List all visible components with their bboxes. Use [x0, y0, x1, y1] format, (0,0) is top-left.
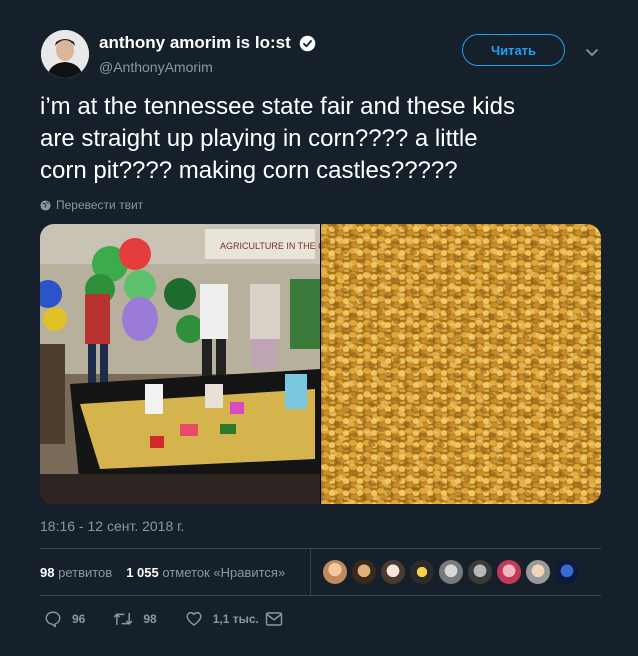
- reply-icon: [45, 611, 61, 628]
- like-count: 1,1 тыс.: [212, 612, 259, 626]
- liker-avatar[interactable]: [467, 559, 493, 585]
- globe-icon: [40, 199, 51, 211]
- retweets-stat[interactable]: 98 ретвитов: [40, 565, 112, 580]
- retweet-icon: [114, 612, 133, 626]
- tweet-actions: 96 98 1,1 тыс.: [44, 607, 321, 631]
- reply-button[interactable]: 96: [44, 610, 85, 628]
- liker-avatar[interactable]: [525, 559, 551, 585]
- follow-button[interactable]: Читать: [462, 34, 565, 66]
- translate-tweet-link[interactable]: Перевести твит: [40, 198, 143, 212]
- envelope-icon: [265, 612, 283, 626]
- media-photo-corn-kernels[interactable]: [321, 224, 601, 504]
- liker-avatar[interactable]: [554, 559, 580, 585]
- likes-stat[interactable]: 1 055 отметок «Нравится»: [126, 565, 285, 580]
- svg-text:AGRICULTURE IN THE CLASS: AGRICULTURE IN THE CLASS: [220, 241, 320, 251]
- likes-count: 1 055: [126, 564, 159, 580]
- tweet-card: anthony amorim is lo:st @AnthonyAmorim Ч…: [0, 0, 638, 656]
- like-button[interactable]: 1,1 тыс.: [185, 610, 259, 628]
- author-display-name[interactable]: anthony amorim is lo:st: [99, 33, 291, 53]
- direct-message-button[interactable]: [265, 611, 293, 627]
- reply-count: 96: [72, 612, 86, 626]
- author-handle[interactable]: @AnthonyAmorim: [99, 59, 316, 75]
- retweets-count: 98: [40, 564, 55, 580]
- verified-badge-icon: [299, 35, 316, 51]
- retweet-count: 98: [143, 612, 157, 626]
- author-avatar[interactable]: [41, 30, 89, 78]
- liker-avatar[interactable]: [438, 559, 464, 585]
- avatar-icon: [41, 30, 89, 78]
- media-photo-corn-pit[interactable]: AGRICULTURE IN THE CLASS: [40, 224, 320, 504]
- liker-avatars: [322, 559, 580, 585]
- retweets-label: ретвитов: [58, 564, 113, 580]
- liker-avatar[interactable]: [380, 559, 406, 585]
- chevron-down-icon[interactable]: [584, 44, 600, 60]
- liker-avatar[interactable]: [322, 559, 348, 585]
- liker-avatar[interactable]: [351, 559, 377, 585]
- liker-avatar[interactable]: [409, 559, 435, 585]
- heart-icon: [186, 611, 202, 626]
- likes-label: отметок «Нравится»: [162, 564, 286, 580]
- tweet-timestamp[interactable]: 18:16 - 12 сент. 2018 г.: [40, 518, 184, 534]
- tweet-stats: 98 ретвитов 1 055 отметок «Нравится»: [40, 549, 601, 595]
- stats-separator: [310, 549, 311, 595]
- translate-label: Перевести твит: [56, 198, 144, 212]
- tweet-text: i’m at the tennessee state fair and thes…: [40, 93, 515, 184]
- retweet-button[interactable]: 98: [113, 610, 157, 628]
- media-gallery: AGRICULTURE IN THE CLASS: [40, 224, 601, 504]
- liker-avatar[interactable]: [496, 559, 522, 585]
- author-block: anthony amorim is lo:st @AnthonyAmorim: [99, 33, 316, 75]
- divider-bottom: [40, 595, 601, 596]
